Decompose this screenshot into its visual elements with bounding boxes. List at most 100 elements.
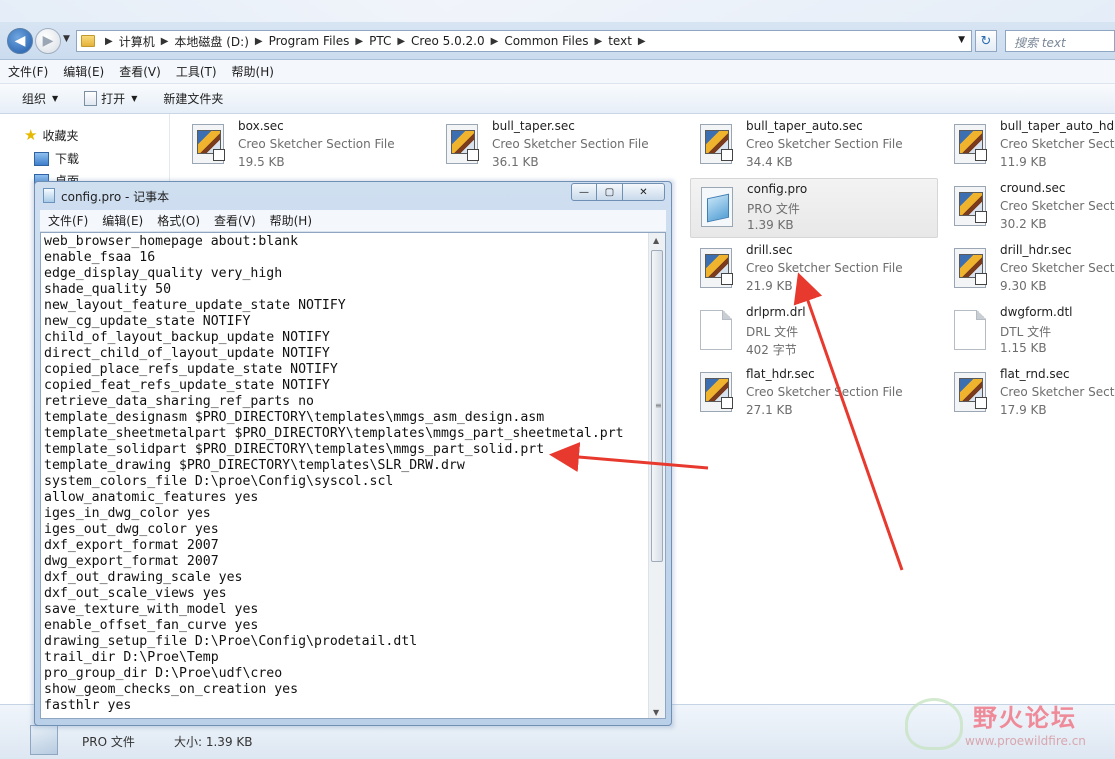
file-tile[interactable]: cround.sec Creo Sketcher Sectio 30.2 KB	[944, 178, 1115, 238]
forward-button[interactable]: ▶	[35, 28, 61, 54]
file-name: drlprm.drl	[746, 305, 806, 319]
organize-label: 组织	[22, 92, 47, 106]
chevron-right-icon[interactable]: ▶	[397, 36, 405, 47]
chevron-right-icon[interactable]: ▶	[105, 36, 113, 47]
menu-edit[interactable]: 编辑(E)	[63, 63, 104, 80]
file-size: 36.1 KB	[492, 155, 539, 169]
forum-watermark: 野火论坛 www.proewildfire.cn	[905, 690, 1115, 759]
notepad-menu-format[interactable]: 格式(O)	[157, 212, 200, 229]
taskbar-strip	[0, 0, 1115, 22]
chevron-right-icon[interactable]: ▶	[255, 36, 263, 47]
notepad-menu-edit[interactable]: 编辑(E)	[102, 212, 143, 229]
file-name: box.sec	[238, 119, 284, 133]
breadcrumb-ptc[interactable]: PTC	[369, 34, 391, 48]
blank-file-icon	[700, 310, 732, 350]
menu-help[interactable]: 帮助(H)	[232, 63, 274, 80]
file-type: Creo Sketcher Sectio	[1000, 137, 1115, 151]
file-tile[interactable]: drill_hdr.sec Creo Sketcher Sectio 9.30 KB	[944, 240, 1115, 300]
sec-file-icon	[700, 248, 733, 288]
notepad-menu-view[interactable]: 查看(V)	[214, 212, 256, 229]
chevron-right-icon[interactable]: ▶	[161, 36, 169, 47]
minimize-button[interactable]: —	[571, 183, 597, 201]
nav-favorites-label: 收藏夹	[42, 128, 79, 143]
file-tile[interactable]: bull_taper.sec Creo Sketcher Section File…	[436, 116, 684, 176]
file-name: drill.sec	[746, 243, 793, 257]
file-tile[interactable]: drlprm.drl DRL 文件 402 字节	[690, 302, 938, 362]
scroll-up-icon[interactable]: ▲	[653, 236, 659, 245]
file-tile[interactable]: flat_hdr.sec Creo Sketcher Section File 27…	[690, 364, 938, 424]
menu-view[interactable]: 查看(V)	[119, 63, 161, 80]
menu-tools[interactable]: 工具(T)	[176, 63, 217, 80]
new-folder-button[interactable]: 新建文件夹	[163, 90, 223, 107]
history-dropdown-icon[interactable]: ▼	[63, 34, 70, 44]
star-icon: ★	[24, 126, 38, 144]
file-size: 21.9 KB	[746, 279, 793, 293]
file-type: DRL 文件	[746, 325, 799, 339]
chevron-down-icon: ▼	[131, 94, 138, 103]
back-button[interactable]: ◀	[7, 28, 33, 54]
file-type: Creo Sketcher Section File	[238, 137, 395, 151]
file-name: cround.sec	[1000, 181, 1066, 195]
chevron-right-icon[interactable]: ▶	[638, 36, 646, 47]
scroll-down-icon[interactable]: ▼	[653, 708, 659, 717]
file-tile[interactable]: drill.sec Creo Sketcher Section File 21.9 …	[690, 240, 938, 300]
file-tile[interactable]: bull_taper_auto.sec Creo Sketcher Section…	[690, 116, 938, 176]
file-name: bull_taper_auto.sec	[746, 119, 863, 133]
explorer-menu-bar: 文件(F) 编辑(E) 查看(V) 工具(T) 帮助(H)	[0, 60, 1115, 84]
file-type: Creo Sketcher Section File	[492, 137, 649, 151]
file-tile[interactable]: box.sec Creo Sketcher Section File 19.5 KB	[182, 116, 430, 176]
chevron-down-icon: ▼	[52, 94, 59, 103]
address-bar[interactable]: ▶ 计算机 ▶ 本地磁盘 (D:) ▶ Program Files ▶ PTC …	[76, 30, 972, 52]
close-button[interactable]: ✕	[623, 183, 665, 201]
sec-file-icon	[954, 248, 987, 288]
file-type: Creo Sketcher Sectio	[1000, 385, 1115, 399]
notepad-text-area[interactable]: web_browser_homepage about:blank enable_…	[40, 232, 666, 719]
organize-button[interactable]: 组织 ▼	[22, 90, 58, 107]
refresh-button[interactable]: ↻	[975, 30, 997, 52]
file-type: Creo Sketcher Sectio	[1000, 199, 1115, 213]
maximize-button[interactable]: ▢	[597, 183, 623, 201]
file-name: config.pro	[747, 182, 808, 196]
file-type: Creo Sketcher Sectio	[1000, 261, 1115, 275]
scrollbar-thumb[interactable]: ≡	[651, 250, 663, 562]
nav-favorites[interactable]: ★ 收藏夹	[24, 126, 78, 144]
file-tile[interactable]: bull_taper_auto_hdr.s Creo Sketcher Secti…	[944, 116, 1115, 176]
breadcrumb-creo[interactable]: Creo 5.0.2.0	[411, 34, 485, 48]
file-size: 1.39 KB	[747, 218, 794, 232]
file-size: 19.5 KB	[238, 155, 285, 169]
open-button[interactable]: 打开 ▼	[84, 90, 137, 107]
notepad-menu-help[interactable]: 帮助(H)	[270, 212, 312, 229]
open-label: 打开	[101, 92, 126, 106]
status-file-type: PRO 文件	[82, 735, 135, 749]
breadcrumb-common-files[interactable]: Common Files	[504, 34, 588, 48]
address-dropdown-icon[interactable]: ▼	[958, 35, 965, 45]
file-size: 34.4 KB	[746, 155, 793, 169]
blank-file-icon	[954, 310, 986, 350]
pro-file-icon	[701, 187, 733, 227]
chevron-right-icon[interactable]: ▶	[595, 36, 603, 47]
menu-file[interactable]: 文件(F)	[8, 63, 48, 80]
breadcrumb-computer[interactable]: 计算机	[119, 33, 155, 50]
breadcrumb-text[interactable]: text	[608, 34, 632, 48]
notepad-window[interactable]: config.pro - 记事本 — ▢ ✕ 文件(F) 编辑(E) 格式(O)…	[34, 181, 672, 726]
nav-downloads[interactable]: 下载	[34, 150, 79, 167]
file-tile[interactable]: flat_rnd.sec Creo Sketcher Sectio 17.9 KB	[944, 364, 1115, 424]
search-input[interactable]: 搜索 text	[1005, 30, 1115, 52]
vertical-scrollbar[interactable]: ▲ ≡ ▼	[648, 233, 665, 718]
file-size: 402 字节	[746, 343, 797, 357]
breadcrumb-program-files[interactable]: Program Files	[269, 34, 350, 48]
notepad-menu-file[interactable]: 文件(F)	[48, 212, 88, 229]
chevron-right-icon[interactable]: ▶	[355, 36, 363, 47]
grip-icon: ≡	[655, 401, 662, 410]
chevron-right-icon[interactable]: ▶	[491, 36, 499, 47]
file-tile[interactable]: dwgform.dtl DTL 文件 1.15 KB	[944, 302, 1115, 362]
file-tile[interactable]: config.pro PRO 文件 1.39 KB	[690, 178, 938, 238]
document-icon	[84, 91, 98, 106]
file-size: 27.1 KB	[746, 403, 793, 417]
file-type: DTL 文件	[1000, 325, 1052, 339]
file-size: 30.2 KB	[1000, 217, 1047, 231]
nav-downloads-label: 下载	[55, 152, 80, 166]
config-text[interactable]: web_browser_homepage about:blank enable_…	[44, 234, 644, 714]
sec-file-icon	[700, 124, 733, 164]
breadcrumb-drive[interactable]: 本地磁盘 (D:)	[174, 33, 248, 50]
